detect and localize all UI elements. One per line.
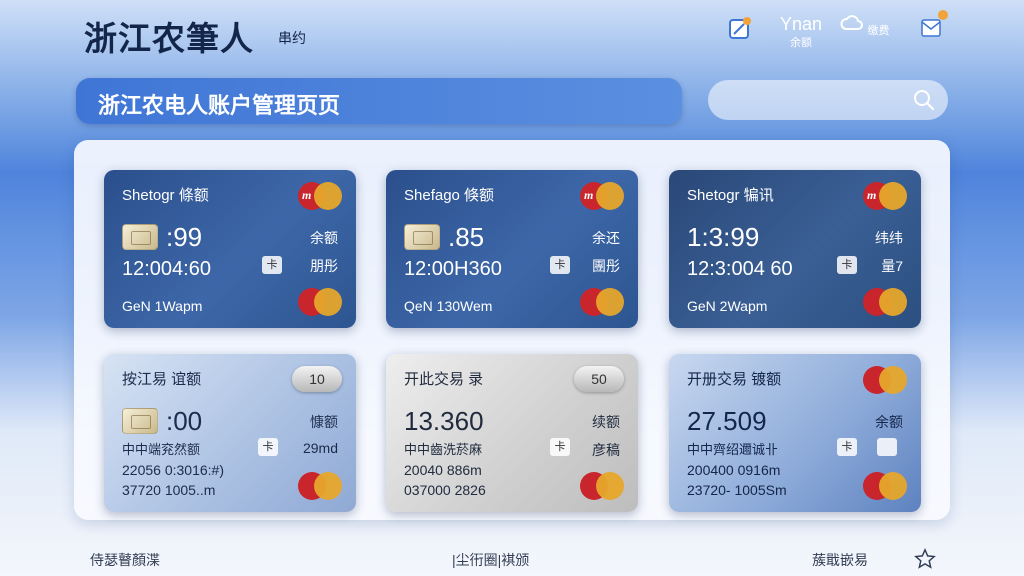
card-number: 12:004:60 bbox=[122, 258, 211, 280]
card-amount: :00 bbox=[166, 406, 203, 436]
card-network-logo bbox=[298, 288, 342, 316]
card-label-secondary: 量7 bbox=[881, 258, 903, 274]
card-tag-icon: 卡 bbox=[258, 438, 278, 456]
card-label: 续额 bbox=[592, 414, 620, 430]
top-bar: 浙江农筆人 串约 Ynan 余额 缴费 bbox=[0, 0, 1024, 62]
notification-dot bbox=[938, 10, 948, 20]
card-title: 按江易 谊额 bbox=[122, 371, 202, 388]
account-icon[interactable] bbox=[714, 14, 764, 54]
account-icon-graphic bbox=[729, 17, 751, 39]
footer-link-center[interactable]: |尘衎圈|褀颁 bbox=[452, 550, 529, 570]
card-number: 12:3:004 60 bbox=[687, 258, 793, 280]
page-title: 浙江农电人账户管理页页 bbox=[98, 93, 341, 118]
transaction-card[interactable]: 开此交易 录 50 13.360 续额 中中齒洗菸麻 卡 彦稿 20040 88… bbox=[386, 354, 638, 512]
brand-subtitle: 串约 bbox=[278, 30, 306, 46]
card-detail-line: 037000 2826 bbox=[404, 482, 486, 498]
card-title: 开册交易 镀额 bbox=[687, 371, 782, 388]
card-label: 余还 bbox=[592, 230, 620, 246]
card-label: 纬纬 bbox=[875, 230, 903, 246]
footer-bar: 侍瑟瞽顏渫 |尘衎圈|褀颁 蔟戢嵌易 bbox=[0, 540, 1024, 576]
card-title: Shetogr 犏讯 bbox=[687, 187, 774, 204]
card-network-logo bbox=[863, 472, 907, 500]
card-badge: 10 bbox=[292, 366, 342, 392]
card-title: Shetogr 條额 bbox=[122, 187, 209, 204]
page-title-bar: 浙江农电人账户管理页页 bbox=[76, 78, 682, 124]
star-icon[interactable] bbox=[914, 548, 936, 570]
user-icon-label-top: Ynan bbox=[779, 14, 823, 34]
user-icon-label: 余额 bbox=[790, 37, 812, 49]
cards-panel: Shetogr 條额 m :99 余额 12:004:60 卡 朋彤 GeN 1… bbox=[74, 140, 950, 520]
account-card[interactable]: Shefago 倏额 m .85 余还 12:00H360 卡 團彤 QeN 1… bbox=[386, 170, 638, 328]
cloud-pay-button[interactable]: 缴费 bbox=[840, 14, 890, 54]
card-detail-line: 200400 0916m bbox=[687, 462, 781, 478]
card-chip-icon bbox=[122, 224, 158, 250]
card-network-logo bbox=[580, 472, 624, 500]
card-label: 慷额 bbox=[310, 414, 338, 430]
card-footer-text: QeN 130Wem bbox=[404, 298, 493, 314]
cloud-label: 缴费 bbox=[867, 25, 890, 37]
account-card[interactable]: Shetogr 條额 m :99 余额 12:004:60 卡 朋彤 GeN 1… bbox=[104, 170, 356, 328]
card-network-logo bbox=[298, 472, 342, 500]
card-brand-logo: m bbox=[863, 182, 907, 210]
account-card[interactable]: Shetogr 犏讯 m 1:3:99 纬纬 12:3:004 60 卡 量7 … bbox=[669, 170, 921, 328]
card-detail-line: 37720 1005..m bbox=[122, 482, 216, 498]
card-brand-logo: m bbox=[580, 182, 624, 210]
card-label-secondary: 29md bbox=[302, 440, 338, 456]
card-title: Shefago 倏额 bbox=[404, 187, 495, 204]
card-amount: 1:3:99 bbox=[687, 222, 760, 252]
card-number: 12:00H360 bbox=[404, 258, 502, 280]
card-label-secondary: 朋彤 bbox=[310, 258, 338, 274]
message-button[interactable] bbox=[906, 10, 956, 54]
card-chip-icon bbox=[122, 408, 158, 434]
card-footer-text: GeN 2Wapm bbox=[687, 298, 768, 314]
card-brand-logo: m bbox=[298, 182, 342, 210]
search-icon[interactable] bbox=[912, 88, 936, 112]
transaction-card[interactable]: 开册交易 镀额 27.509 余额 中中齊绍邇诚卝 卡 200400 0916m… bbox=[669, 354, 921, 512]
user-balance-button[interactable]: Ynan 余额 bbox=[776, 14, 826, 54]
search-input[interactable] bbox=[722, 88, 902, 112]
card-subtitle: 中中端兖然额 bbox=[122, 442, 201, 457]
footer-link-left[interactable]: 侍瑟瞽顏渫 bbox=[90, 550, 160, 570]
card-tag-icon: 卡 bbox=[550, 256, 570, 274]
card-network-logo bbox=[863, 288, 907, 316]
transaction-card[interactable]: 按江易 谊额 10 :00 慷额 中中端兖然额 卡 29md 22056 0:3… bbox=[104, 354, 356, 512]
card-badge: 50 bbox=[574, 366, 624, 392]
card-title: 开此交易 录 bbox=[404, 371, 484, 388]
card-detail-line: 22056 0:3016:#) bbox=[122, 462, 224, 478]
card-subtitle: 中中齊绍邇诚卝 bbox=[687, 442, 779, 457]
footer-link-right[interactable]: 蔟戢嵌易 bbox=[812, 550, 868, 570]
card-label: 余额 bbox=[310, 230, 338, 246]
card-tag-icon: 卡 bbox=[837, 438, 857, 456]
card-label-secondary: 彦稿 bbox=[592, 442, 620, 458]
card-label: 余额 bbox=[875, 414, 903, 430]
search-box[interactable] bbox=[708, 80, 948, 120]
card-subtitle: 中中齒洗菸麻 bbox=[404, 442, 483, 457]
card-tag-icon: 卡 bbox=[262, 256, 282, 274]
brand-title: 浙江农筆人 bbox=[84, 20, 254, 57]
card-brand-logo bbox=[863, 366, 907, 394]
card-amount: 27.509 bbox=[687, 406, 767, 436]
card-tag-icon: 卡 bbox=[837, 256, 857, 274]
card-tag-icon bbox=[877, 438, 897, 456]
card-amount: .85 bbox=[448, 222, 485, 252]
card-amount: :99 bbox=[166, 222, 203, 252]
card-chip-icon bbox=[404, 224, 440, 250]
card-network-logo bbox=[580, 288, 624, 316]
card-amount: 13.360 bbox=[404, 406, 484, 436]
card-detail-line: 20040 886m bbox=[404, 462, 482, 478]
cloud-icon bbox=[840, 15, 864, 30]
card-label-secondary: 團彤 bbox=[592, 258, 620, 274]
card-footer-text: GeN 1Wapm bbox=[122, 298, 203, 314]
card-detail-line: 23720- 1005Sm bbox=[687, 482, 787, 498]
card-tag-icon: 卡 bbox=[550, 438, 570, 456]
